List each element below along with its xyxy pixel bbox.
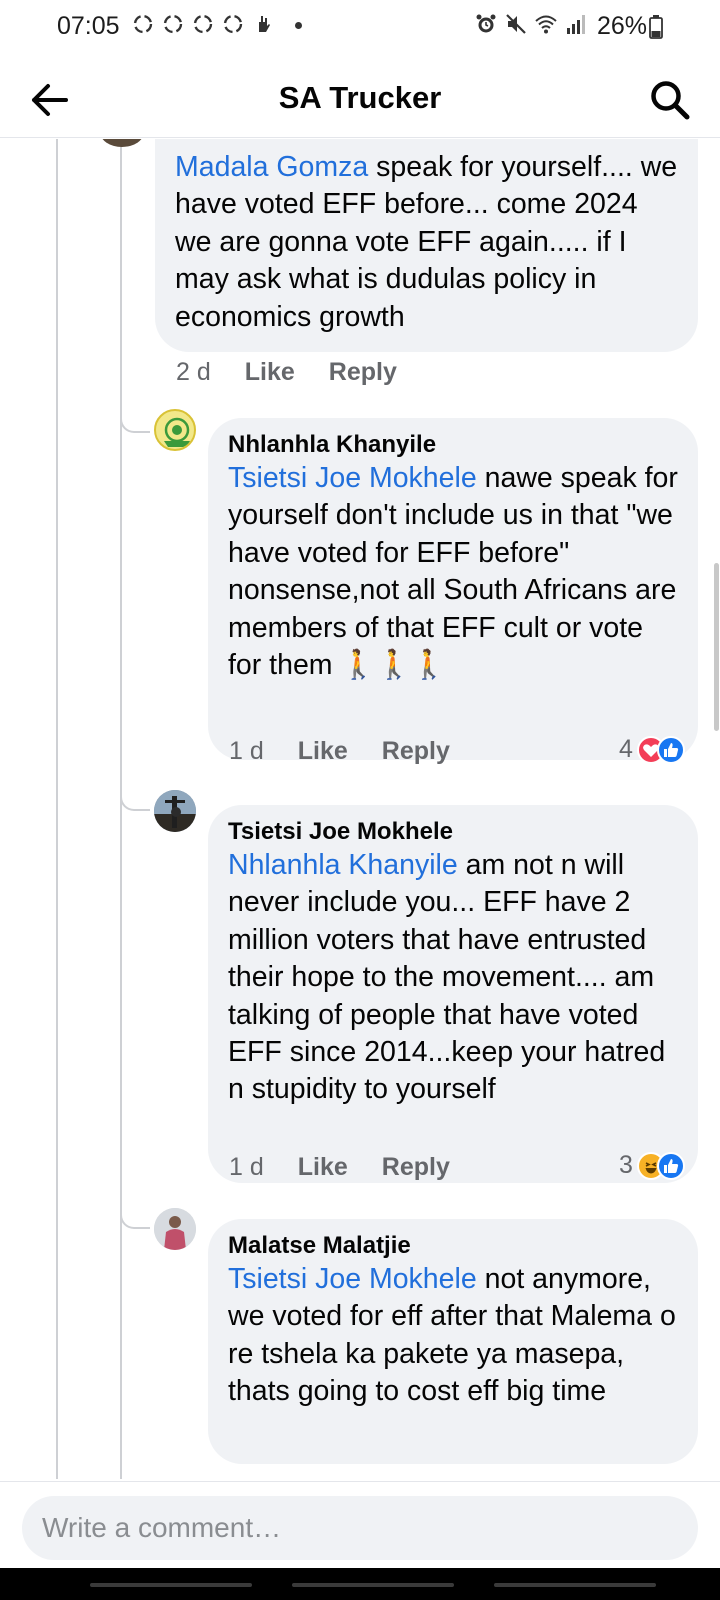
avatar[interactable] (154, 1208, 196, 1250)
signal-icon (567, 15, 585, 34)
comment-author[interactable]: Nhlanhla Khanyile (228, 430, 678, 460)
reaction-summary[interactable]: 3 (619, 1151, 685, 1180)
search-icon[interactable] (648, 78, 692, 122)
profile-photo-icon (154, 1208, 196, 1250)
reply-button[interactable]: Reply (382, 1153, 450, 1182)
reaction-summary[interactable]: 4 (619, 735, 685, 764)
battery-level: 26% (597, 12, 648, 40)
back-button[interactable] (494, 1583, 656, 1587)
status-bar: 07:05 26% (0, 0, 720, 52)
wifi-icon (535, 15, 557, 34)
comment-thread[interactable]: Madala Gomza speak for yourself.... we h… (0, 139, 720, 1479)
comment-time: 1 d (229, 737, 264, 765)
scrollbar[interactable] (714, 563, 719, 731)
reply-connector (120, 787, 150, 811)
mention-link[interactable]: Tsietsi Joe Mokhele (228, 462, 477, 494)
recycle-icon (193, 14, 213, 34)
app-header: SA Trucker (0, 62, 720, 138)
more-notifications-dot (295, 22, 302, 29)
thread-line (120, 139, 122, 1479)
reaction-count: 4 (619, 735, 633, 763)
recent-apps-button[interactable] (90, 1583, 252, 1587)
comment-actions: 1 d Like Reply (229, 1153, 484, 1182)
like-button[interactable]: Like (298, 737, 348, 766)
avatar[interactable] (100, 139, 144, 147)
reply-connector (120, 1205, 150, 1229)
system-icons (474, 12, 588, 36)
battery-icon (649, 15, 663, 39)
reply-button[interactable]: Reply (329, 358, 397, 387)
recycle-icon (223, 14, 243, 34)
mute-icon (506, 14, 526, 34)
reaction-count: 3 (619, 1151, 633, 1179)
thread-line (56, 139, 58, 1479)
like-button[interactable]: Like (298, 1153, 348, 1182)
profile-photo-icon (154, 790, 196, 832)
comment-actions: 2 d Like Reply (176, 358, 431, 387)
notification-icons (131, 12, 275, 36)
status-time: 07:05 (57, 12, 120, 40)
like-button[interactable]: Like (245, 358, 295, 387)
mention-link[interactable]: Madala Gomza (175, 151, 368, 183)
recycle-icon (163, 14, 183, 34)
alarm-icon (476, 14, 496, 33)
like-icon (656, 1151, 685, 1180)
comment-actions: 1 d Like Reply (229, 737, 484, 766)
mention-link[interactable]: Nhlanhla Khanyile (228, 849, 458, 881)
comment-author[interactable]: Tsietsi Joe Mokhele (228, 817, 678, 847)
club-logo-icon (164, 417, 190, 447)
hand-icon (259, 16, 270, 32)
page-title: SA Trucker (278, 80, 442, 115)
comment-bubble[interactable]: Malatse Malatjie Tsietsi Joe Mokhele not… (208, 1219, 698, 1464)
comment-text: Tsietsi Joe Mokhele nawe speak for yours… (228, 462, 678, 682)
comment-bubble[interactable]: Tsietsi Joe Mokhele Nhlanhla Khanyile am… (208, 805, 698, 1183)
reply-connector (120, 409, 150, 433)
comment-text: Tsietsi Joe Mokhele not anymore, we vote… (228, 1263, 676, 1408)
avatar[interactable] (154, 790, 196, 832)
mention-link[interactable]: Tsietsi Joe Mokhele (228, 1263, 477, 1295)
like-icon (656, 735, 685, 764)
comment-time: 1 d (229, 1153, 264, 1181)
reply-button[interactable]: Reply (382, 737, 450, 766)
system-nav-bar (0, 1568, 720, 1600)
comment-text: Madala Gomza speak for yourself.... we h… (175, 151, 678, 333)
comment-composer (0, 1481, 720, 1568)
comment-time: 2 d (176, 358, 211, 386)
comment-text: Nhlanhla Khanyile am not n will never in… (228, 849, 666, 1106)
comment-bubble[interactable]: Madala Gomza speak for yourself.... we h… (155, 139, 698, 352)
comment-input[interactable] (22, 1496, 698, 1560)
comment-bubble[interactable]: Nhlanhla Khanyile Tsietsi Joe Mokhele na… (208, 418, 698, 760)
comment-author[interactable]: Malatse Malatjie (228, 1231, 678, 1261)
recycle-icon (133, 14, 153, 34)
home-button[interactable] (292, 1583, 454, 1587)
avatar[interactable] (154, 409, 196, 451)
